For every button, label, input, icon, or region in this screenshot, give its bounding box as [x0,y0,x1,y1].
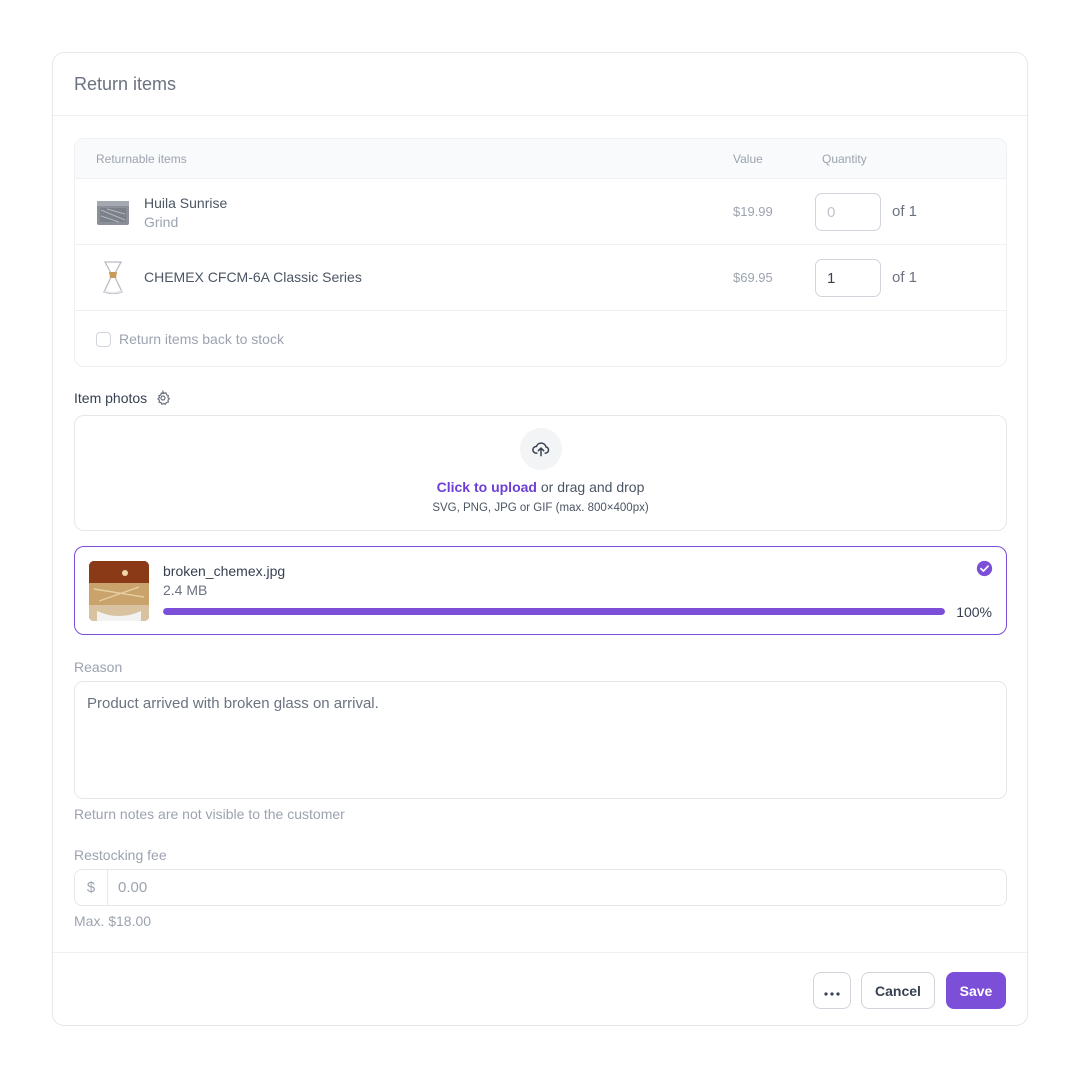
cloud-upload-icon [520,428,562,470]
currency-prefix: $ [75,870,108,905]
upload-hint: SVG, PNG, JPG or GIF (max. 800×400px) [432,502,649,514]
table-row: Huila Sunrise Grind $19.99 of 1 [75,179,1006,245]
product-price: $19.99 [733,204,773,219]
return-to-stock-checkbox[interactable] [96,331,111,347]
more-horizontal-icon [824,983,840,999]
quantity-max-label: of 1 [892,203,918,220]
returnable-items-table: Returnable items Value Quantity Huila Su… [74,138,1007,367]
item-photos-label: Item photos [74,390,148,406]
quantity-max-label: of 1 [892,269,918,286]
gear-icon[interactable] [155,389,171,406]
modal-header: Return items [53,53,1027,116]
file-thumbnail [89,561,149,621]
reason-label: Reason [74,659,123,675]
restocking-fee-label: Restocking fee [74,847,167,863]
product-name: Huila Sunrise [144,195,228,211]
reason-help-text: Return notes are not visible to the cust… [74,806,345,822]
chemex-icon [95,260,131,296]
column-header-quantity: Quantity [822,152,867,166]
upload-instructions: Click to upload or drag and drop [75,479,1006,495]
product-variant: Grind [144,214,179,230]
upload-instructions-rest: or drag and drop [536,479,645,495]
restocking-fee-group: $ [74,869,1007,906]
save-button[interactable]: Save [946,972,1006,1009]
return-items-modal: Return items Returnable items Value Quan… [52,52,1028,1026]
modal-footer: Cancel Save [53,952,1027,1026]
table-row: CHEMEX CFCM-6A Classic Series $69.95 of … [75,245,1006,311]
quantity-input[interactable] [815,259,881,297]
upload-progress-bar [163,608,945,615]
cancel-button[interactable]: Cancel [861,972,935,1009]
restocking-fee-input[interactable] [108,870,1006,905]
quantity-input[interactable] [815,193,881,231]
coffee-bag-icon [95,194,131,230]
upload-dropzone[interactable]: Click to upload or drag and drop SVG, PN… [74,415,1007,531]
restocking-fee-help: Max. $18.00 [74,913,152,929]
table-header: Returnable items Value Quantity [75,139,1006,179]
product-name: CHEMEX CFCM-6A Classic Series [144,269,362,285]
upload-progress-fill [163,608,945,615]
click-to-upload-link[interactable]: Click to upload [437,479,537,495]
more-options-button[interactable] [813,972,851,1009]
file-size: 2.4 MB [163,582,208,598]
reason-textarea[interactable] [74,681,1007,799]
return-to-stock-label[interactable]: Return items back to stock [119,331,284,347]
modal-title: Return items [74,74,177,94]
column-header-items: Returnable items [96,152,187,166]
uploaded-file-card: broken_chemex.jpg 2.4 MB 100% [74,546,1007,635]
item-photos-label-row: Item photos [74,389,171,406]
column-header-value: Value [733,152,763,166]
upload-progress-label: 100% [956,604,992,620]
file-name: broken_chemex.jpg [163,563,286,579]
check-circle-icon [976,560,993,577]
return-to-stock-row: Return items back to stock [96,331,284,347]
product-price: $69.95 [733,270,773,285]
